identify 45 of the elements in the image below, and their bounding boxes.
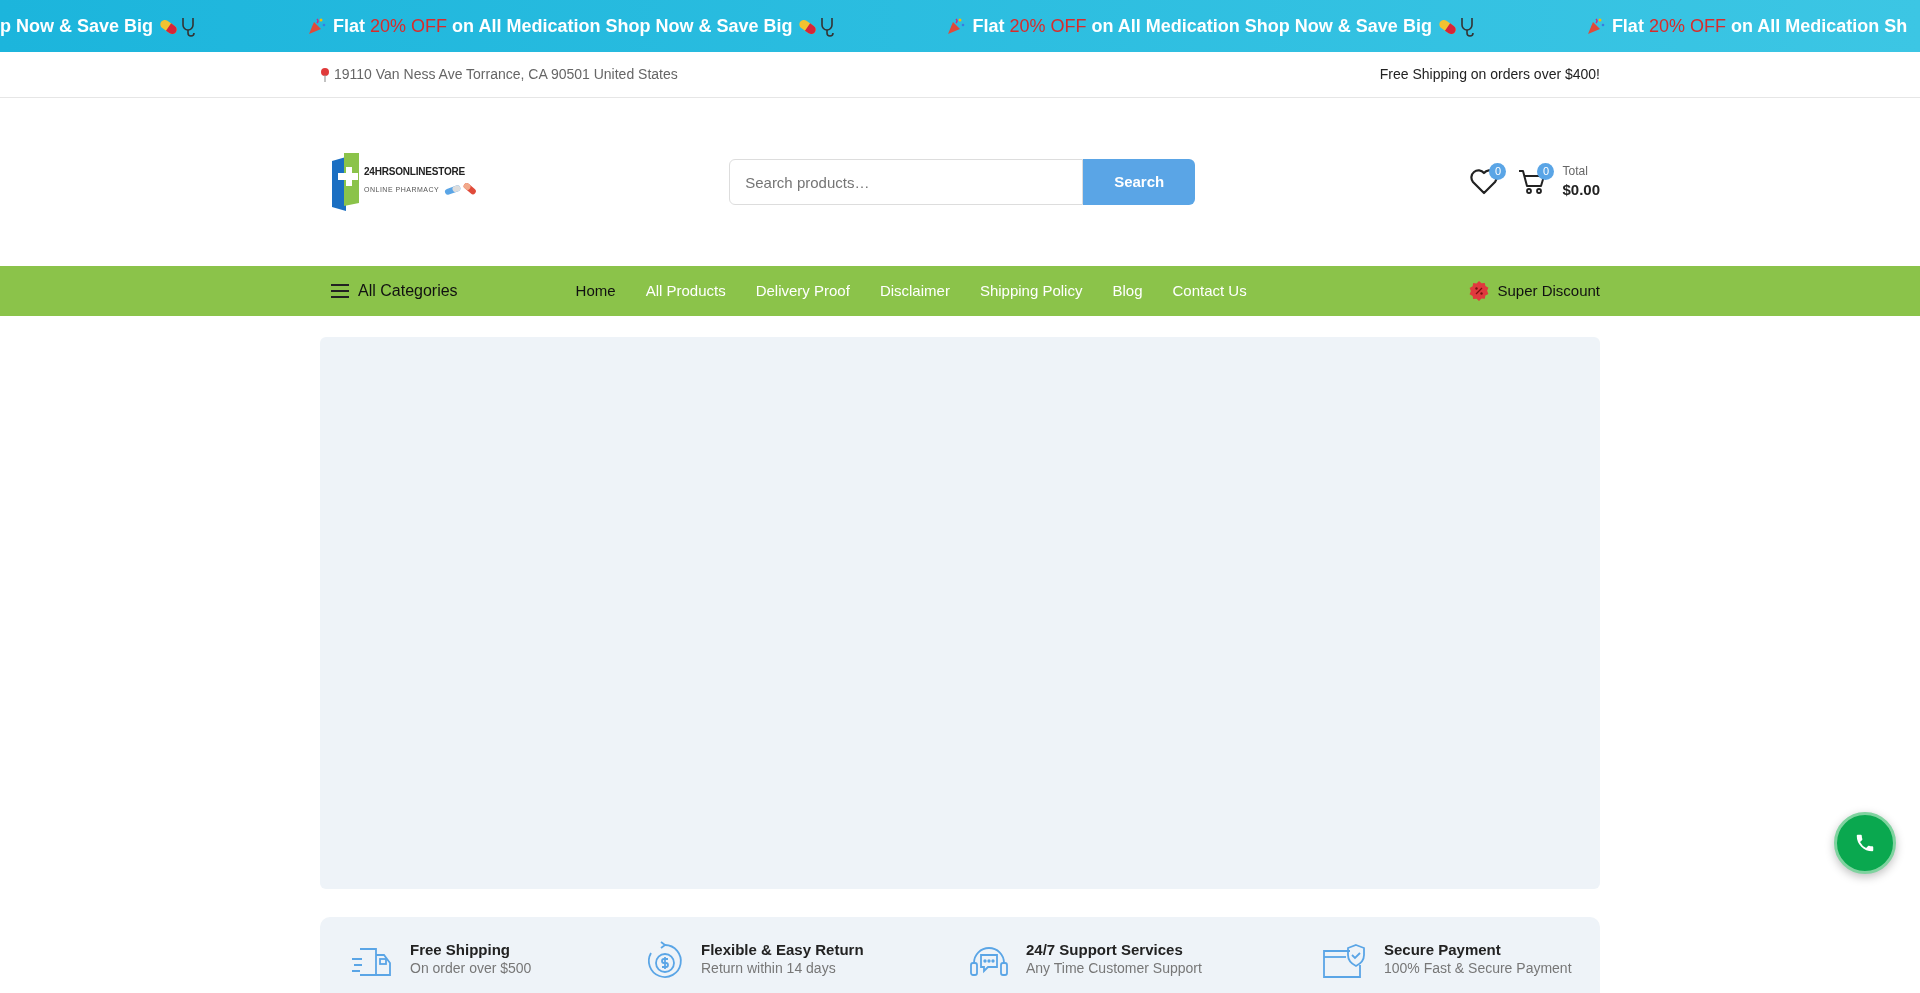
super-discount-link[interactable]: Super Discount <box>1469 279 1600 303</box>
party-popper-icon <box>946 16 967 36</box>
feature-title: Free Shipping <box>410 941 511 959</box>
money-return-icon <box>645 941 685 981</box>
categories-button[interactable]: All Categories <box>330 279 458 303</box>
count-badge: 0 <box>1537 163 1555 180</box>
party-popper-icon <box>307 16 328 36</box>
nav-link[interactable]: Blog <box>1097 279 1158 303</box>
feature-subtitle: 100% Fast & Secure Payment <box>1384 959 1572 978</box>
heart-icon <box>1470 169 1499 195</box>
promo-text: Flat 20% OFF on All Medication Shop Now & Save Big <box>972 14 1432 38</box>
map-pin-icon <box>320 67 330 82</box>
nav-link[interactable]: Shipping Policy <box>964 279 1098 303</box>
logo-name: 24HRSONLINESTORE <box>364 167 467 177</box>
promo-text: Flat 20% OFF on All Medication Sh <box>1611 14 1908 38</box>
cart-icon <box>1518 169 1547 195</box>
promo-text: p Now & Save Big <box>0 14 154 38</box>
search-button[interactable]: Search <box>1083 159 1196 205</box>
count-badge: 0 <box>1489 163 1507 180</box>
cart-button[interactable] <box>1518 169 1547 195</box>
party-popper-icon <box>1585 16 1606 36</box>
feature-subtitle: Any Time Customer Support <box>1026 959 1202 978</box>
feature-subtitle: Return within 14 days <box>701 959 837 978</box>
phone-icon <box>1854 832 1876 854</box>
promo-text: Flat 20% OFF on All Medication Shop Now & Save Big <box>333 14 793 38</box>
cross-logo-icon <box>330 153 360 211</box>
shipping-note: Free Shipping on orders over $400! <box>1379 65 1600 84</box>
feature-title: Secure Payment <box>1384 941 1502 959</box>
feature-title: 24/7 Support Services <box>1026 941 1184 959</box>
total-label: Total <box>1562 164 1589 181</box>
nav-link[interactable]: Contact Us <box>1157 279 1262 303</box>
search-field[interactable]: Search products… <box>729 159 1084 205</box>
wishlist-button[interactable] <box>1470 169 1499 195</box>
cart-total: $0.00 <box>1562 180 1600 200</box>
nav-link[interactable]: Disclaimer <box>864 279 965 303</box>
discount-badge-icon <box>1469 281 1490 301</box>
nav-link[interactable]: Home <box>560 279 631 303</box>
nav-link[interactable]: All Products <box>630 279 741 303</box>
card-shield-icon <box>1322 941 1368 981</box>
feature-title: Flexible & Easy Return <box>701 941 864 959</box>
call-button[interactable] <box>1834 812 1896 874</box>
menu-icon <box>330 284 350 298</box>
nav-link[interactable]: Delivery Proof <box>740 279 865 303</box>
address-text: 19110 Van Ness Ave Torrance, CA 90501 United States <box>334 65 678 84</box>
feature-subtitle: On order over $500 <box>410 959 532 978</box>
